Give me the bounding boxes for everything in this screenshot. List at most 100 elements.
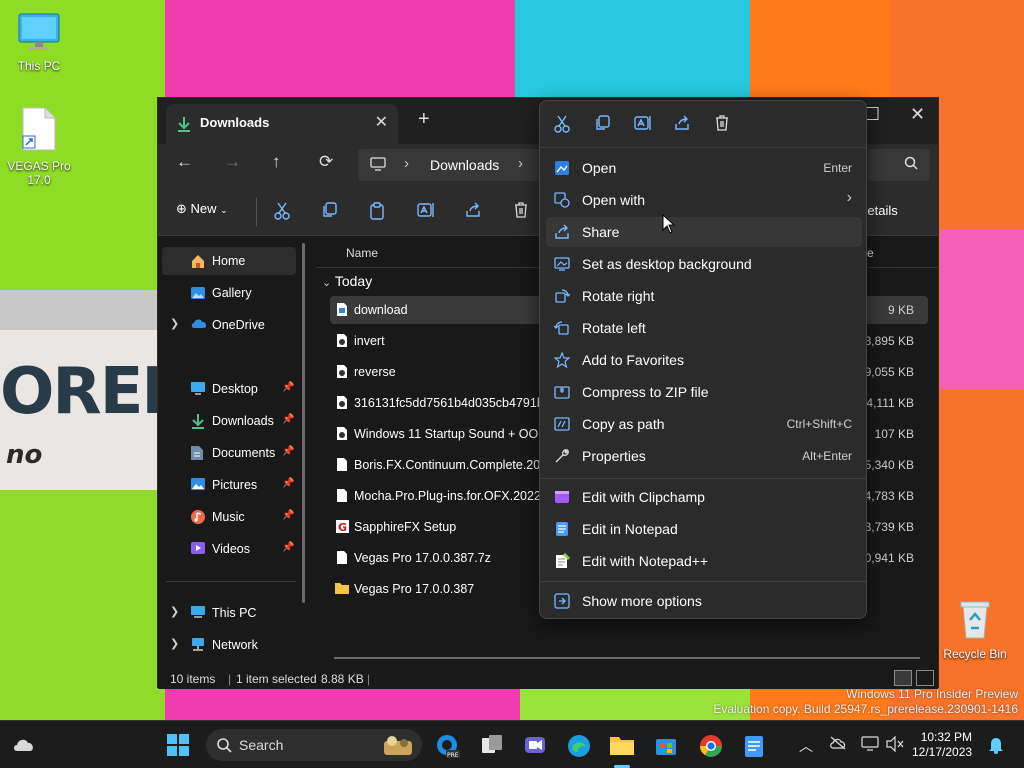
menu-item-show-more-options[interactable]: Show more options bbox=[546, 586, 862, 616]
share-icon[interactable] bbox=[465, 202, 481, 221]
menu-item-set-background[interactable]: Set as desktop background bbox=[546, 249, 862, 279]
cut-icon[interactable] bbox=[554, 115, 570, 136]
menu-item-label: Edit with Clipchamp bbox=[582, 489, 705, 505]
desktop-icon-this-pc[interactable]: This PC bbox=[1, 12, 77, 73]
menu-item-properties[interactable]: Properties Alt+Enter bbox=[546, 441, 862, 471]
details-view-icon[interactable] bbox=[894, 670, 912, 686]
menu-item-edit-notepad[interactable]: Edit in Notepad bbox=[546, 514, 862, 544]
file-name: invert bbox=[354, 334, 385, 348]
nav-item-this-pc[interactable]: ❯ This PC bbox=[162, 599, 296, 627]
context-menu: Open Enter Open with › Share Set as desk… bbox=[539, 100, 867, 619]
nav-item-network[interactable]: ❯ Network bbox=[162, 631, 296, 659]
new-tab-button[interactable]: + bbox=[418, 108, 430, 131]
rename-icon[interactable] bbox=[417, 202, 435, 221]
media-file-icon bbox=[336, 395, 348, 413]
nav-label: Network bbox=[212, 638, 258, 652]
group-header-today[interactable]: ⌄ Today bbox=[322, 273, 372, 289]
file-explorer-icon[interactable] bbox=[609, 733, 635, 760]
nav-item-onedrive[interactable]: ❯ OneDrive bbox=[162, 311, 296, 339]
chevron-right-icon[interactable]: › bbox=[518, 155, 523, 172]
volume-muted-icon[interactable] bbox=[886, 735, 904, 755]
nav-item-music[interactable]: Music 📌 bbox=[162, 503, 296, 531]
menu-item-open[interactable]: Open Enter bbox=[546, 153, 862, 183]
desktop-icon-recycle-bin[interactable]: Recycle Bin bbox=[937, 598, 1013, 661]
nav-label: Desktop bbox=[212, 382, 258, 396]
menu-item-open-with[interactable]: Open with › bbox=[546, 185, 862, 215]
rename-icon[interactable] bbox=[634, 115, 652, 134]
menu-item-rotate-left[interactable]: Rotate left bbox=[546, 313, 862, 343]
wallpaper-banner-top bbox=[0, 290, 160, 330]
nav-item-desktop[interactable]: Desktop 📌 bbox=[162, 375, 296, 403]
refresh-button[interactable]: ⟳ bbox=[319, 152, 333, 172]
tab-downloads[interactable]: Downloads ✕ bbox=[166, 104, 398, 144]
pin-icon[interactable]: 📌 bbox=[282, 510, 294, 521]
edge-pre-icon[interactable]: PRE bbox=[434, 733, 460, 762]
chrome-icon[interactable] bbox=[698, 733, 724, 762]
taskbar-search-box[interactable]: Search bbox=[206, 729, 422, 761]
delete-icon[interactable] bbox=[513, 202, 529, 221]
copy-icon[interactable] bbox=[594, 115, 610, 134]
new-button-label: New bbox=[190, 201, 217, 216]
file-shortcut-icon bbox=[1, 106, 77, 155]
new-button[interactable]: ⊕ New ⌄ bbox=[176, 201, 228, 217]
column-header-name[interactable]: Name bbox=[346, 246, 378, 260]
microsoft-store-icon[interactable] bbox=[654, 733, 678, 760]
edge-icon[interactable] bbox=[566, 733, 592, 762]
cut-icon[interactable] bbox=[274, 202, 290, 223]
menu-item-copy-path[interactable]: Copy as path Ctrl+Shift+C bbox=[546, 409, 862, 439]
menu-item-rotate-right[interactable]: Rotate right bbox=[546, 281, 862, 311]
cloud-offline-icon[interactable] bbox=[829, 736, 847, 753]
menu-item-add-favorites[interactable]: Add to Favorites bbox=[546, 345, 862, 375]
nav-item-downloads[interactable]: Downloads 📌 bbox=[162, 407, 296, 435]
desktop-icon-vegas[interactable]: VEGAS Pro 17.0 bbox=[1, 106, 77, 187]
teams-chat-icon[interactable] bbox=[523, 733, 547, 760]
delete-icon[interactable] bbox=[714, 115, 730, 134]
menu-item-compress-zip[interactable]: Compress to ZIP file bbox=[546, 377, 862, 407]
nav-scrollbar[interactable] bbox=[302, 243, 305, 603]
network-icon[interactable] bbox=[861, 736, 879, 755]
clock[interactable]: 10:32 PM 12/17/2023 bbox=[912, 730, 972, 760]
gallery-icon bbox=[190, 285, 206, 304]
chevron-right-icon[interactable]: ❯ bbox=[170, 637, 179, 650]
tiles-view-icon[interactable] bbox=[916, 670, 934, 686]
weather-icon[interactable] bbox=[12, 735, 36, 756]
navigation-pane: Home Gallery ❯ OneDrive Desktop 📌 Downlo… bbox=[158, 237, 308, 669]
wallpaper-green-low bbox=[0, 490, 165, 720]
task-view-icon[interactable] bbox=[480, 733, 504, 760]
menu-item-edit-clipchamp[interactable]: Edit with Clipchamp bbox=[546, 482, 862, 512]
nav-item-pictures[interactable]: Pictures 📌 bbox=[162, 471, 296, 499]
search-input[interactable] bbox=[868, 149, 930, 181]
nav-item-gallery[interactable]: Gallery bbox=[162, 279, 296, 307]
share-icon[interactable] bbox=[674, 115, 690, 134]
pin-icon[interactable]: 📌 bbox=[282, 478, 294, 489]
pin-icon[interactable]: 📌 bbox=[282, 414, 294, 425]
forward-button[interactable]: → bbox=[224, 152, 241, 172]
chevron-up-icon[interactable]: ︿ bbox=[799, 736, 813, 756]
pin-icon[interactable]: 📌 bbox=[282, 382, 294, 393]
nav-item-home[interactable]: Home bbox=[162, 247, 296, 275]
start-button-windows-icon[interactable] bbox=[166, 733, 190, 760]
chevron-right-icon[interactable]: ❯ bbox=[170, 317, 179, 330]
notepad-icon[interactable] bbox=[742, 733, 766, 762]
breadcrumb-downloads[interactable]: Downloads bbox=[430, 157, 499, 173]
nav-item-documents[interactable]: Documents 📌 bbox=[162, 439, 296, 467]
file-size: 4,111 KB bbox=[866, 396, 914, 410]
paste-icon[interactable] bbox=[369, 202, 385, 223]
menu-item-label: Edit in Notepad bbox=[582, 521, 678, 537]
up-button[interactable]: ↑ bbox=[272, 152, 281, 172]
back-button[interactable]: ← bbox=[176, 152, 193, 172]
status-selection: 1 item selected bbox=[236, 672, 317, 686]
nav-item-videos[interactable]: Videos 📌 bbox=[162, 535, 296, 563]
notification-bell-icon[interactable] bbox=[988, 736, 1004, 757]
status-divider: | bbox=[367, 672, 371, 686]
close-tab-icon[interactable]: ✕ bbox=[375, 112, 388, 132]
menu-item-share[interactable]: Share bbox=[546, 217, 862, 247]
menu-item-label: Show more options bbox=[582, 593, 702, 609]
copy-icon[interactable] bbox=[321, 202, 337, 221]
chevron-right-icon[interactable]: ❯ bbox=[170, 605, 179, 618]
pin-icon[interactable]: 📌 bbox=[282, 542, 294, 553]
close-window-button[interactable]: ✕ bbox=[910, 104, 925, 125]
menu-item-edit-notepadpp[interactable]: Edit with Notepad++ bbox=[546, 546, 862, 576]
horizontal-scrollbar[interactable] bbox=[334, 657, 920, 659]
pin-icon[interactable]: 📌 bbox=[282, 446, 294, 457]
